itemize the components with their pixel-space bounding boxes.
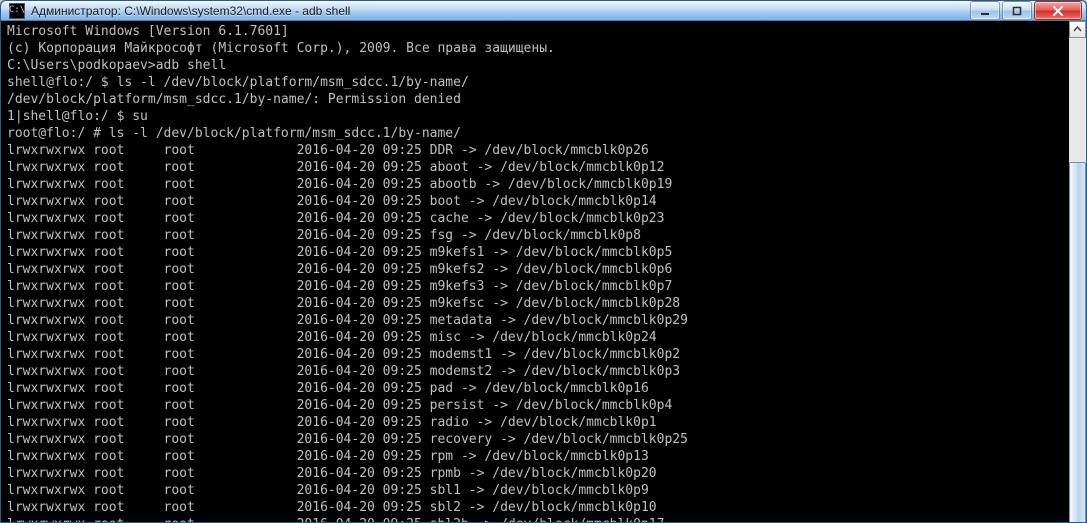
console-line: C:\Users\podkopaev>adb shell: [7, 57, 1065, 74]
console-line: /dev/block/platform/msm_sdcc.1/by-name/:…: [7, 91, 1065, 108]
minimize-button[interactable]: [970, 1, 1000, 20]
console-line: lrwxrwxrwx root root 2016-04-20 09:25 bo…: [7, 193, 1065, 210]
scroll-track[interactable]: [1069, 38, 1086, 523]
console-line: lrwxrwxrwx root root 2016-04-20 09:25 ra…: [7, 414, 1065, 431]
vertical-scrollbar[interactable]: [1069, 21, 1086, 523]
console-line: lrwxrwxrwx root root 2016-04-20 09:25 m9…: [7, 244, 1065, 261]
console-line: root@flo:/ # ls -l /dev/block/platform/m…: [7, 125, 1065, 142]
console-line: lrwxrwxrwx root root 2016-04-20 09:25 me…: [7, 312, 1065, 329]
console-line: (c) Корпорация Майкрософт (Microsoft Cor…: [7, 40, 1065, 57]
console-line: lrwxrwxrwx root root 2016-04-20 09:25 m9…: [7, 295, 1065, 312]
console-line: lrwxrwxrwx root root 2016-04-20 09:25 sb…: [7, 499, 1065, 516]
maximize-button[interactable]: [1002, 1, 1032, 20]
console-line: lrwxrwxrwx root root 2016-04-20 09:25 pa…: [7, 380, 1065, 397]
chevron-up-icon: [1073, 25, 1082, 34]
console-line: lrwxrwxrwx root root 2016-04-20 09:25 mo…: [7, 363, 1065, 380]
console-line: lrwxrwxrwx root root 2016-04-20 09:25 re…: [7, 431, 1065, 448]
console-line: lrwxrwxrwx root root 2016-04-20 09:25 fs…: [7, 227, 1065, 244]
scroll-up-button[interactable]: [1069, 21, 1086, 38]
console-line: shell@flo:/ $ ls -l /dev/block/platform/…: [7, 74, 1065, 91]
console-line: lrwxrwxrwx root root 2016-04-20 09:25 ab…: [7, 159, 1065, 176]
console-output[interactable]: Microsoft Windows [Version 6.1.7601](c) …: [1, 21, 1069, 523]
console-line: lrwxrwxrwx root root 2016-04-20 09:25 pe…: [7, 397, 1065, 414]
console-line: Microsoft Windows [Version 6.1.7601]: [7, 23, 1065, 40]
console-line: lrwxrwxrwx root root 2016-04-20 09:25 sb…: [7, 516, 1065, 523]
scroll-thumb[interactable]: [1069, 162, 1086, 523]
console-line: lrwxrwxrwx root root 2016-04-20 09:25 DD…: [7, 142, 1065, 159]
cmd-window: C:\ Администратор: C:\Windows\system32\c…: [0, 0, 1087, 523]
cmd-icon: C:\: [9, 3, 25, 19]
maximize-icon: [1012, 6, 1022, 16]
minimize-icon: [980, 6, 990, 16]
console-line: lrwxrwxrwx root root 2016-04-20 09:25 mo…: [7, 346, 1065, 363]
close-button[interactable]: [1034, 1, 1082, 20]
console-line: lrwxrwxrwx root root 2016-04-20 09:25 rp…: [7, 465, 1065, 482]
console-line: lrwxrwxrwx root root 2016-04-20 09:25 ca…: [7, 210, 1065, 227]
close-icon: [1052, 6, 1064, 16]
client-area: Microsoft Windows [Version 6.1.7601](c) …: [1, 21, 1086, 523]
console-line: 1|shell@flo:/ $ su: [7, 108, 1065, 125]
console-line: lrwxrwxrwx root root 2016-04-20 09:25 ab…: [7, 176, 1065, 193]
titlebar[interactable]: C:\ Администратор: C:\Windows\system32\c…: [1, 1, 1086, 21]
console-line: lrwxrwxrwx root root 2016-04-20 09:25 mi…: [7, 329, 1065, 346]
console-line: lrwxrwxrwx root root 2016-04-20 09:25 rp…: [7, 448, 1065, 465]
window-title: Администратор: C:\Windows\system32\cmd.e…: [31, 4, 970, 18]
console-line: lrwxrwxrwx root root 2016-04-20 09:25 sb…: [7, 482, 1065, 499]
console-line: lrwxrwxrwx root root 2016-04-20 09:25 m9…: [7, 261, 1065, 278]
window-buttons: [970, 1, 1082, 20]
console-line: lrwxrwxrwx root root 2016-04-20 09:25 m9…: [7, 278, 1065, 295]
